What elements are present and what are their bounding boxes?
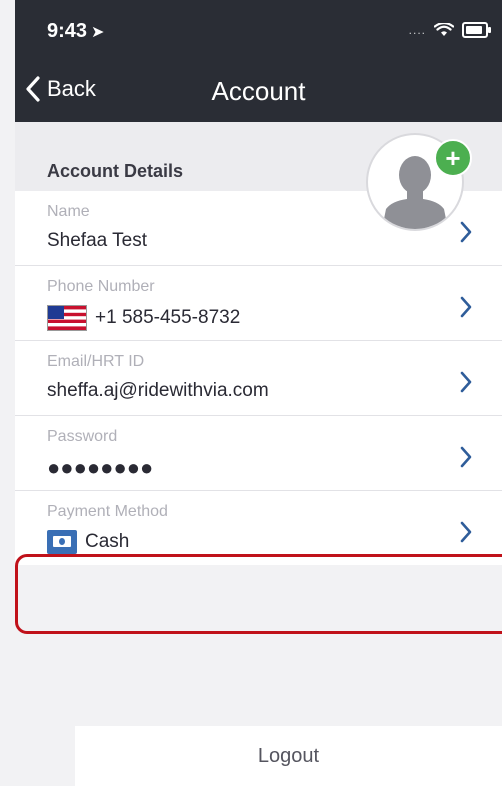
email-value: sheffa.aj@ridewithvia.com [47, 380, 269, 401]
navigation-bar: Back Account [15, 58, 502, 122]
status-indicators: .... [408, 22, 491, 38]
chevron-right-icon [460, 521, 472, 543]
logout-label: Logout [257, 744, 320, 767]
name-value: Shefaa Test [47, 230, 148, 251]
password-value: ●●●●●●●● [47, 455, 154, 480]
phone-row[interactable]: Phone Number +1 585-455-8732 [15, 266, 502, 341]
phone-label: Phone Number [47, 278, 155, 295]
payment-method-row[interactable]: Payment Method Cash [15, 491, 502, 565]
us-flag-icon [47, 305, 87, 331]
name-label: Name [47, 203, 90, 220]
page-title: Account [211, 76, 306, 106]
add-photo-plus-icon[interactable]: + [434, 139, 472, 177]
email-label: Email/HRT ID [47, 353, 145, 370]
status-time: 9:43 ➤ [47, 20, 105, 42]
password-label: Password [47, 428, 118, 445]
payment-method-value: Cash [47, 530, 129, 554]
wifi-icon [434, 23, 454, 36]
battery-icon [462, 22, 491, 38]
chevron-right-icon [460, 371, 472, 393]
location-arrow-icon: ➤ [91, 24, 105, 41]
profile-photo-button[interactable]: + [366, 133, 472, 233]
status-bar: 9:43 ➤ .... [15, 0, 502, 58]
phone-value: +1 585-455-8732 [47, 305, 240, 331]
account-fields-list: Name Shefaa Test Phone Number +1 585-455… [15, 191, 502, 565]
signal-dots-icon: .... [408, 23, 426, 37]
logout-button[interactable]: Logout [75, 726, 502, 786]
password-row[interactable]: Password ●●●●●●●● [15, 416, 502, 491]
chevron-right-icon [460, 446, 472, 468]
chevron-right-icon [460, 296, 472, 318]
payment-method-label: Payment Method [47, 503, 168, 520]
account-content: Account Details Name Shefaa Test Phone N… [15, 122, 502, 786]
email-row[interactable]: Email/HRT ID sheffa.aj@ridewithvia.com [15, 341, 502, 416]
section-title: Account Details [47, 161, 184, 181]
cash-icon [47, 530, 77, 554]
password-highlight-outline [15, 554, 502, 634]
